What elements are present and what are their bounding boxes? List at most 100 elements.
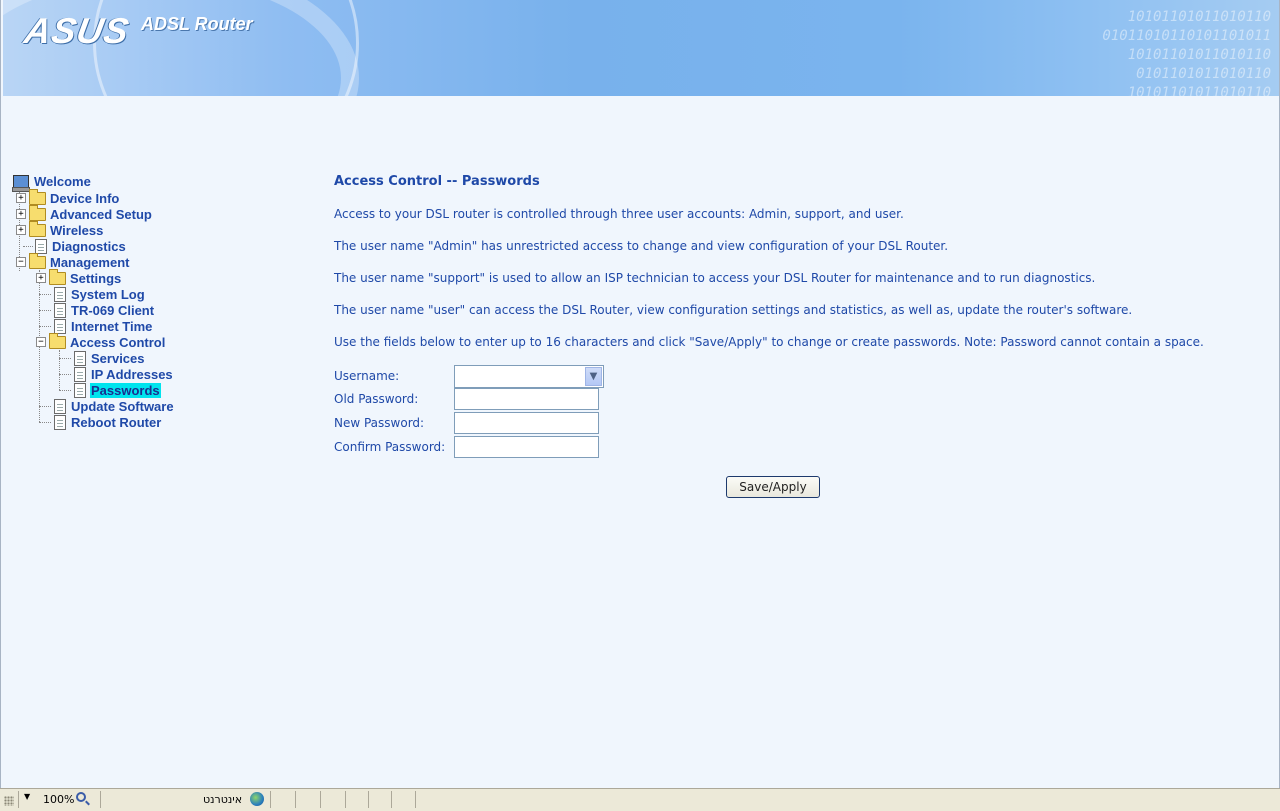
support-paragraph: The user name "support" is used to allow… xyxy=(334,271,1096,285)
tree-item-label[interactable]: Access Control xyxy=(69,335,166,350)
tree-connector xyxy=(39,326,51,327)
main-content: Access Control -- Passwords Access to yo… xyxy=(334,174,1204,498)
tree-item-label[interactable]: Update Software xyxy=(70,399,175,414)
page-icon xyxy=(35,238,47,254)
tree-item-internet-time[interactable]: Internet Time xyxy=(54,318,153,334)
status-divider xyxy=(391,791,392,808)
status-divider xyxy=(368,791,369,808)
chevron-down-icon[interactable]: ▼ xyxy=(585,367,602,386)
status-divider xyxy=(345,791,346,808)
old-password-label: Old Password: xyxy=(334,392,419,406)
confirm-password-input[interactable] xyxy=(454,436,599,458)
old-password-input[interactable] xyxy=(454,388,599,410)
page-icon xyxy=(54,318,66,334)
tree-item-label[interactable]: Wireless xyxy=(49,223,104,238)
asus-logo: ASUS xyxy=(21,10,133,51)
collapse-icon[interactable]: − xyxy=(36,337,46,347)
folder-icon xyxy=(29,188,46,205)
zoom-level[interactable]: 100% xyxy=(43,793,74,806)
expand-icon[interactable]: + xyxy=(16,209,26,219)
product-name: ADSL Router xyxy=(141,14,253,34)
expand-icon[interactable]: + xyxy=(36,273,46,283)
folder-icon xyxy=(29,204,46,221)
instructions-paragraph: Use the fields below to enter up to 16 c… xyxy=(334,335,1204,349)
page-icon xyxy=(74,382,86,398)
confirm-password-label: Confirm Password: xyxy=(334,440,446,454)
globe-icon xyxy=(250,792,264,806)
tree-item-label[interactable]: Internet Time xyxy=(70,319,153,334)
tree-connector xyxy=(39,294,51,295)
tree-item-update-software[interactable]: Update Software xyxy=(54,398,175,414)
status-divider xyxy=(270,791,271,808)
magnifier-icon[interactable] xyxy=(76,792,86,802)
tree-item-reboot-router[interactable]: Reboot Router xyxy=(54,414,162,430)
tree-item-label[interactable]: System Log xyxy=(70,287,146,302)
tree-item-management[interactable]: − Management xyxy=(16,252,130,270)
tree-item-access-control[interactable]: − Access Control xyxy=(36,332,166,350)
tree-item-label[interactable]: Diagnostics xyxy=(51,239,127,254)
security-zone-label: אינטרנט xyxy=(203,793,243,806)
tree-connector xyxy=(23,246,33,247)
expand-icon[interactable]: + xyxy=(16,193,26,203)
header-banner: 10101101011010110 01011010110101101011 1… xyxy=(3,0,1279,96)
tree-item-ip-addresses[interactable]: IP Addresses xyxy=(74,366,174,382)
open-folder-icon xyxy=(49,332,66,349)
tree-item-label[interactable]: Services xyxy=(90,351,146,366)
tree-item-label[interactable]: Settings xyxy=(69,271,122,286)
tree-connector xyxy=(39,422,51,423)
status-divider xyxy=(295,791,296,808)
tree-item-label[interactable]: TR-069 Client xyxy=(70,303,155,318)
tree-item-wireless[interactable]: + Wireless xyxy=(16,220,104,238)
status-divider xyxy=(100,791,101,808)
tree-item-label[interactable]: Welcome xyxy=(33,174,92,189)
tree-item-label[interactable]: Device Info xyxy=(49,191,120,206)
computer-icon xyxy=(12,174,30,192)
zoom-dropdown-icon[interactable]: ▼ xyxy=(24,792,30,801)
collapse-icon[interactable]: − xyxy=(16,257,26,267)
tree-connector xyxy=(59,374,71,375)
admin-paragraph: The user name "Admin" has unrestricted a… xyxy=(334,239,949,253)
page-icon xyxy=(74,366,86,382)
page-icon xyxy=(54,398,66,414)
tree-connector xyxy=(59,350,60,390)
tree-connector xyxy=(39,310,51,311)
page-icon xyxy=(54,414,66,430)
tree-connector xyxy=(59,358,71,359)
status-divider xyxy=(415,791,416,808)
tree-item-label[interactable]: Management xyxy=(49,255,130,270)
tree-item-tr069-client[interactable]: TR-069 Client xyxy=(54,302,155,318)
browser-content-frame: 10101101011010110 01011010110101101011 1… xyxy=(0,0,1280,788)
folder-icon xyxy=(49,268,66,285)
tree-item-welcome[interactable]: Welcome xyxy=(12,173,92,192)
open-folder-icon xyxy=(29,252,46,269)
page-icon xyxy=(74,350,86,366)
tree-item-label[interactable]: IP Addresses xyxy=(90,367,174,382)
status-divider xyxy=(18,791,19,808)
expand-icon[interactable]: + xyxy=(16,225,26,235)
page-title: Access Control -- Passwords xyxy=(334,174,540,189)
status-divider xyxy=(320,791,321,808)
resize-grip-icon[interactable] xyxy=(4,796,14,806)
browser-status-bar: ▼ 100% אינטרנט xyxy=(0,788,1280,811)
tree-connector xyxy=(39,406,51,407)
tree-item-passwords[interactable]: Passwords xyxy=(74,382,161,398)
tree-item-settings[interactable]: + Settings xyxy=(36,268,122,286)
tree-item-label[interactable]: Advanced Setup xyxy=(49,207,153,222)
new-password-label: New Password: xyxy=(334,416,425,430)
folder-icon xyxy=(29,220,46,237)
username-label: Username: xyxy=(334,369,400,383)
tree-item-label-selected[interactable]: Passwords xyxy=(90,382,161,398)
tree-item-diagnostics[interactable]: Diagnostics xyxy=(35,238,127,254)
tree-item-label[interactable]: Reboot Router xyxy=(70,415,162,430)
banner-binary-decoration: 10101101011010110 01011010110101101011 1… xyxy=(1102,9,1271,96)
page-icon xyxy=(54,286,66,302)
save-apply-button[interactable]: Save/Apply xyxy=(726,476,820,498)
new-password-input[interactable] xyxy=(454,412,599,434)
page-icon xyxy=(54,302,66,318)
user-paragraph: The user name "user" can access the DSL … xyxy=(334,303,1133,317)
tree-item-system-log[interactable]: System Log xyxy=(54,286,146,302)
intro-paragraph: Access to your DSL router is controlled … xyxy=(334,207,904,221)
tree-item-services[interactable]: Services xyxy=(74,350,146,366)
tree-connector xyxy=(59,390,71,391)
username-select[interactable]: ▼ xyxy=(454,365,604,388)
